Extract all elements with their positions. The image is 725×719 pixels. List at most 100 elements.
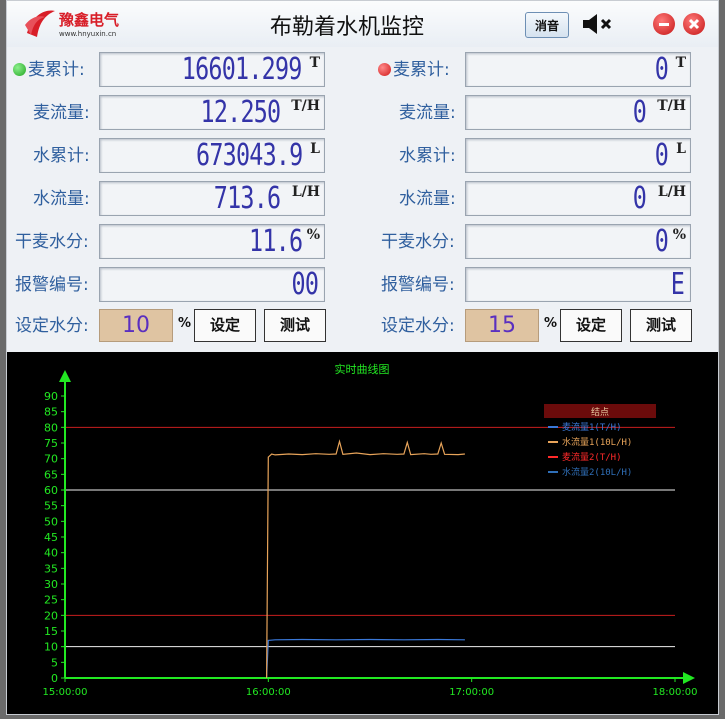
right-moisture-value: 0 [654,224,669,259]
y-tick-label: 20 [44,609,58,622]
y-tick-label: 45 [44,531,58,544]
y-tick-label: 15 [44,625,58,638]
left-status-dot [13,63,26,76]
y-tick-label: 90 [44,390,58,403]
speaker-muted-icon[interactable] [581,12,615,36]
x-tick-label: 18:00:00 [653,687,698,698]
left-water-total-display: 673043.9 L [99,138,325,173]
x-tick-label: 17:00:00 [449,687,494,698]
right-alarm-label: 报警编号: [381,275,455,295]
right-water-total-row: 水累计: 0 L [373,136,703,176]
left-water-total-unit: L [310,141,320,157]
x-axis-arrow [683,672,695,684]
left-wheat-flow-value: 12.250 [200,95,281,130]
mute-button[interactable]: 消音 [525,12,569,38]
left-wheat-total-unit: T [309,55,320,71]
right-alarm-row: 报警编号: E [373,265,703,305]
company-logo: 豫鑫电气 www.hnyuxin.cn [23,5,143,45]
right-status-dot [378,63,391,76]
right-water-flow-unit: L/H [657,184,686,200]
legend-title: 结点 [591,406,609,418]
legend-label-4: 水流量2(10L/H) [562,466,632,478]
x-tick-label: 15:00:00 [43,687,88,698]
right-water-total-value: 0 [654,138,669,173]
legend-label-1: 麦流量1(T/H) [562,421,622,433]
y-tick-label: 5 [51,656,58,669]
right-moisture-display: 0 % [465,224,691,259]
left-water-total-label: 水累计: [33,146,90,166]
left-wheat-total-label: 麦累计: [13,50,85,90]
y-tick-label: 40 [44,547,58,560]
right-moisture-label: 干麦水分: [381,232,455,252]
right-water-flow-value: 0 [632,181,647,216]
right-wheat-total-row: 麦累计: 0 T [373,50,703,90]
right-test-button[interactable]: 测试 [630,309,692,342]
app-window: 豫鑫电气 www.hnyuxin.cn 布勒着水机监控 消音 麦累计: 1660… [6,0,719,715]
left-moisture-row: 干麦水分: 11.6 % [7,222,337,262]
left-alarm-row: 报警编号: 00 [7,265,337,305]
right-set-label: 设定水分: [381,316,455,336]
left-moisture-display: 11.6 % [99,224,325,259]
right-moisture-unit: % [672,227,686,243]
chart-title: 实时曲线图 [335,362,390,376]
y-tick-label: 70 [44,453,58,466]
y-tick-label: 25 [44,594,58,607]
right-water-total-label: 水累计: [399,146,456,166]
left-alarm-label: 报警编号: [15,275,89,295]
left-wheat-flow-display: 12.250 T/H [99,95,325,130]
left-wheat-flow-label: 麦流量: [33,103,90,123]
right-wheat-total-label-text: 麦累计: [393,60,450,80]
right-wheat-total-unit: T [675,55,686,71]
title-bar: 豫鑫电气 www.hnyuxin.cn 布勒着水机监控 消音 [7,1,718,47]
right-water-flow-label: 水流量: [399,189,456,209]
right-wheat-total-label: 麦累计: [378,50,450,90]
left-wheat-total-row: 麦累计: 16601.299 T [7,50,337,90]
close-button[interactable] [683,13,705,35]
right-moisture-row: 干麦水分: 0 % [373,222,703,262]
left-set-moisture-input[interactable]: 10 [99,309,173,342]
minimize-button[interactable] [653,13,675,35]
left-wheat-flow-unit: T/H [291,98,320,114]
series-line-2 [266,439,465,679]
left-water-flow-label: 水流量: [33,189,90,209]
left-water-total-value: 673043.9 [195,138,303,173]
right-alarm-display: E [465,267,691,302]
left-wheat-total-display: 16601.299 T [99,52,325,87]
minimize-icon [659,23,669,26]
legend-label-3: 麦流量2(T/H) [562,451,622,463]
left-set-row: 设定水分: 10 % 设定 测试 [7,306,337,346]
right-wheat-total-display: 0 T [465,52,691,87]
logo-icon [25,10,55,37]
legend-label-2: 水流量1(10L/H) [562,436,632,448]
right-wheat-flow-display: 0 T/H [465,95,691,130]
left-wheat-total-value: 16601.299 [182,52,303,87]
left-moisture-value: 11.6 [248,224,303,259]
left-alarm-value: 00 [291,267,318,302]
left-set-button[interactable]: 设定 [194,309,256,342]
right-water-flow-row: 水流量: 0 L/H [373,179,703,219]
y-axis-arrow [59,370,71,382]
y-tick-label: 0 [51,672,58,685]
left-alarm-display: 00 [99,267,325,302]
y-tick-label: 50 [44,515,58,528]
left-moisture-label: 干麦水分: [15,232,89,252]
left-water-total-row: 水累计: 673043.9 L [7,136,337,176]
right-set-button[interactable]: 设定 [560,309,622,342]
page-title: 布勒着水机监控 [269,15,424,40]
right-wheat-flow-unit: T/H [657,98,686,114]
left-water-flow-value: 713.6 [213,181,280,216]
left-water-flow-display: 713.6 L/H [99,181,325,216]
right-alarm-value: E [670,267,685,302]
right-wheat-flow-row: 麦流量: 0 T/H [373,93,703,133]
y-tick-label: 30 [44,578,58,591]
left-test-button[interactable]: 测试 [264,309,326,342]
right-set-moisture-input[interactable]: 15 [465,309,539,342]
left-water-flow-row: 水流量: 713.6 L/H [7,179,337,219]
realtime-chart: 实时曲线图 0 5 10 15 20 25 30 35 40 45 50 55 60 65 70 75 80 85 9… [7,352,718,714]
y-tick-label: 60 [44,484,58,497]
right-water-flow-display: 0 L/H [465,181,691,216]
left-set-label: 设定水分: [15,316,89,336]
series-line-1 [266,638,465,679]
left-set-percent: % [178,316,192,331]
logo-text: 豫鑫电气 [59,11,120,29]
